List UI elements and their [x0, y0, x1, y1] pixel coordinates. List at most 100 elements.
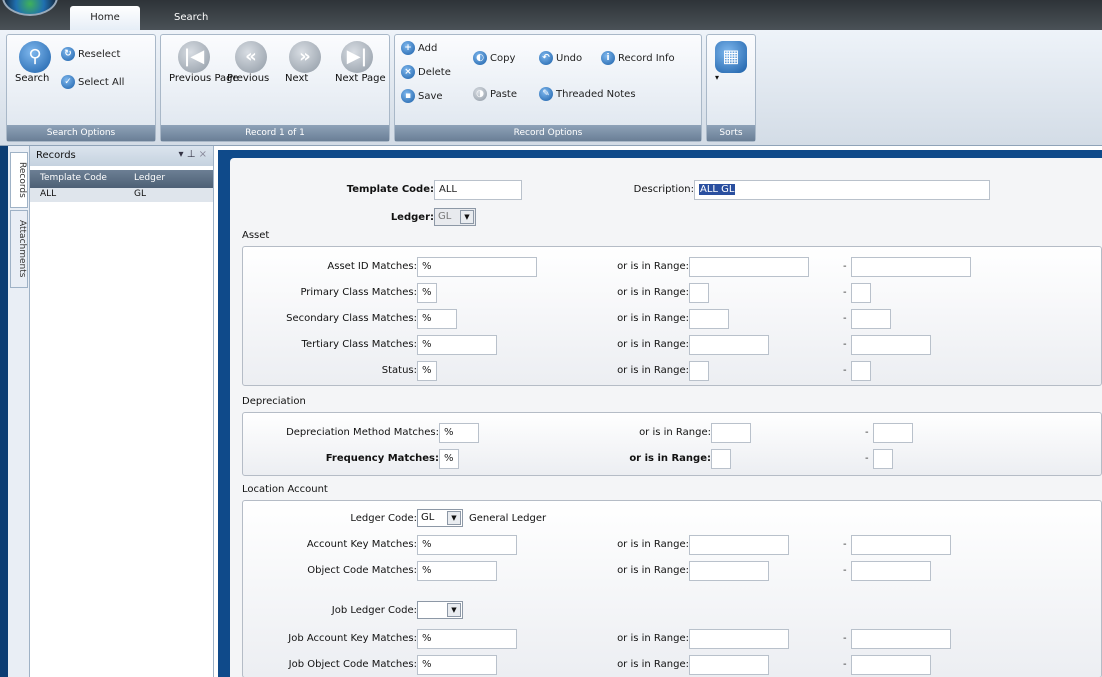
app-orb-icon[interactable]: [2, 0, 58, 16]
sort-icon: ▦: [715, 41, 747, 73]
row-template-code: ALL: [40, 189, 57, 199]
delete-button[interactable]: × Delete: [401, 65, 451, 79]
status-range-to[interactable]: [851, 361, 871, 381]
info-icon: i: [601, 51, 615, 65]
tertiary-class-range-from[interactable]: [689, 335, 769, 355]
previous-button[interactable]: « Previous: [227, 41, 275, 84]
delete-icon: ×: [401, 65, 415, 79]
paste-icon: ◑: [473, 87, 487, 101]
object-code-range-from[interactable]: [689, 561, 769, 581]
paste-button[interactable]: ◑ Paste: [473, 87, 517, 101]
tertiary-class-label: Tertiary Class Matches:: [301, 339, 417, 350]
job-object-code-range-to[interactable]: [851, 655, 931, 675]
ledger-select[interactable]: GL ▼: [434, 208, 476, 226]
primary-class-range-from[interactable]: [689, 283, 709, 303]
asset-id-range-from[interactable]: [689, 257, 809, 277]
vertical-tab-strip: Records Attachments: [8, 146, 30, 677]
tertiary-class-field[interactable]: %: [417, 335, 497, 355]
asset-id-field[interactable]: %: [417, 257, 537, 277]
job-account-key-range-to[interactable]: [851, 629, 951, 649]
dropdown-icon[interactable]: ▾: [178, 149, 183, 160]
depreciation-method-range-to[interactable]: [873, 423, 913, 443]
reselect-button[interactable]: ↻ Reselect: [61, 47, 120, 61]
primary-class-range-label: or is in Range:: [617, 287, 689, 298]
select-all-button[interactable]: ✓ Select All: [61, 75, 124, 89]
primary-class-field[interactable]: %: [417, 283, 437, 303]
table-row[interactable]: ALL GL: [30, 188, 213, 202]
add-button[interactable]: + Add: [401, 41, 437, 55]
tab-home[interactable]: Home: [70, 6, 140, 30]
secondary-class-range-to[interactable]: [851, 309, 891, 329]
frequency-range-from[interactable]: [711, 449, 731, 469]
object-code-range-to[interactable]: [851, 561, 931, 581]
record-info-button[interactable]: i Record Info: [601, 51, 675, 65]
paste-label: Paste: [490, 89, 517, 100]
threaded-notes-button[interactable]: ✎ Threaded Notes: [539, 87, 636, 101]
ledger-code-description: General Ledger: [469, 513, 547, 524]
undo-icon: ↶: [539, 51, 553, 65]
secondary-class-range-from[interactable]: [689, 309, 729, 329]
column-header-template-code[interactable]: Template Code: [40, 173, 107, 183]
tab-attachments[interactable]: Attachments: [10, 210, 28, 288]
object-code-label: Object Code Matches:: [307, 565, 417, 576]
template-form: Template Code: ALL Description: ALL GL L…: [230, 158, 1102, 677]
ledger-code-label: Ledger Code:: [350, 513, 417, 524]
add-label: Add: [418, 43, 438, 54]
tab-records[interactable]: Records: [10, 152, 28, 208]
ledger-code-select[interactable]: GL ▼: [417, 509, 463, 527]
job-ledger-code-select[interactable]: ▼: [417, 601, 463, 619]
frequency-field[interactable]: %: [439, 449, 459, 469]
depreciation-method-range-from[interactable]: [711, 423, 751, 443]
status-range-from[interactable]: [689, 361, 709, 381]
secondary-class-label: Secondary Class Matches:: [286, 313, 417, 324]
next-button[interactable]: » Next: [285, 41, 325, 84]
save-label: Save: [418, 91, 443, 102]
sorts-button[interactable]: ▦ ▾: [715, 41, 747, 82]
pin-icon[interactable]: ⊥: [187, 149, 196, 160]
save-button[interactable]: ▪ Save: [401, 89, 443, 103]
threaded-notes-icon: ✎: [539, 87, 553, 101]
row-ledger: GL: [134, 189, 146, 199]
asset-id-range-to[interactable]: [851, 257, 971, 277]
next-label: Next: [285, 73, 309, 84]
description-field[interactable]: ALL GL: [694, 180, 990, 200]
first-page-icon: |◀: [178, 41, 210, 73]
template-code-label: Template Code:: [346, 184, 434, 195]
close-icon[interactable]: ×: [199, 149, 207, 160]
ledger-label: Ledger:: [390, 212, 434, 223]
record-info-label: Record Info: [618, 53, 675, 64]
tab-search[interactable]: Search: [160, 6, 222, 30]
depreciation-method-field[interactable]: %: [439, 423, 479, 443]
job-account-key-range-from[interactable]: [689, 629, 789, 649]
save-icon: ▪: [401, 89, 415, 103]
account-key-field[interactable]: %: [417, 535, 517, 555]
search-button[interactable]: ⚲ Search: [15, 41, 55, 84]
tertiary-class-range-to[interactable]: [851, 335, 931, 355]
object-code-field[interactable]: %: [417, 561, 497, 581]
chevron-down-icon: ▼: [447, 603, 461, 617]
job-object-code-field[interactable]: %: [417, 655, 497, 675]
copy-button[interactable]: ◐ Copy: [473, 51, 515, 65]
job-object-code-range-from[interactable]: [689, 655, 769, 675]
undo-button[interactable]: ↶ Undo: [539, 51, 582, 65]
account-key-range-from[interactable]: [689, 535, 789, 555]
frequency-range-to[interactable]: [873, 449, 893, 469]
account-key-range-to[interactable]: [851, 535, 951, 555]
description-label: Description:: [633, 184, 694, 195]
search-options-group: ⚲ Search ↻ Reselect ✓ Select All Search Op…: [6, 34, 156, 142]
column-header-ledger[interactable]: Ledger: [134, 173, 165, 183]
next-icon: »: [289, 41, 321, 73]
reselect-icon: ↻: [61, 47, 75, 61]
next-page-button[interactable]: ▶| Next Page: [335, 41, 386, 84]
sorts-group-label: Sorts: [707, 125, 755, 141]
job-object-code-range-label: or is in Range:: [617, 659, 689, 670]
add-icon: +: [401, 41, 415, 55]
job-account-key-field[interactable]: %: [417, 629, 517, 649]
template-code-field[interactable]: ALL: [434, 180, 522, 200]
job-account-key-range-label: or is in Range:: [617, 633, 689, 644]
primary-class-range-to[interactable]: [851, 283, 871, 303]
description-value: ALL GL: [699, 184, 736, 195]
secondary-class-field[interactable]: %: [417, 309, 457, 329]
status-field[interactable]: %: [417, 361, 437, 381]
previous-page-button[interactable]: |◀ Previous Page: [169, 41, 239, 84]
